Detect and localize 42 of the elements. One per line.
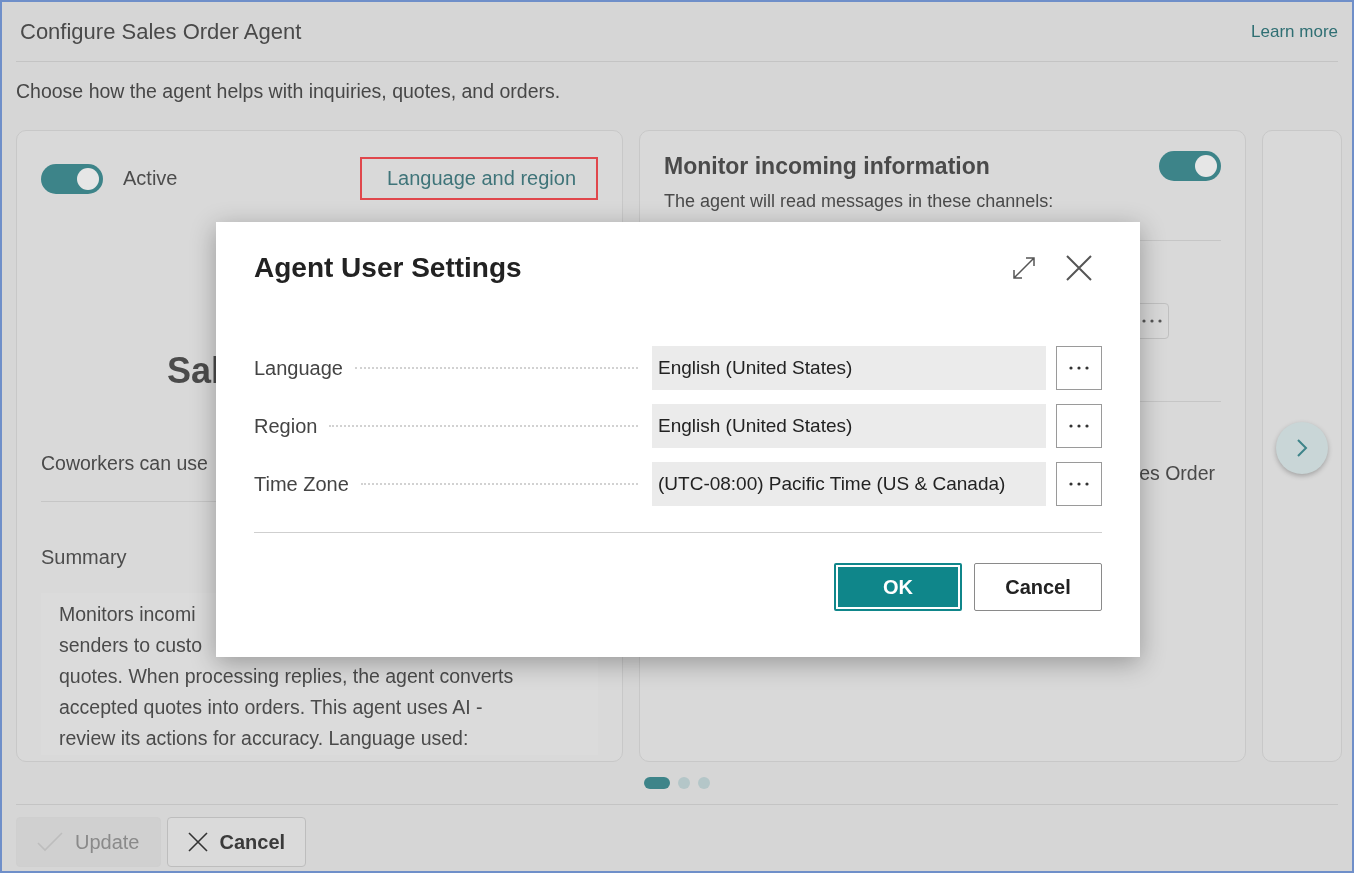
close-button[interactable]: [1066, 255, 1092, 281]
card-description: Coworkers can use: [41, 452, 209, 475]
page-dot[interactable]: [678, 777, 690, 789]
setting-field[interactable]: English (United States): [652, 404, 1046, 448]
field-label: Region: [254, 414, 319, 438]
page-subtitle: Choose how the agent helps with inquiries, quotes, and orders.: [16, 79, 562, 104]
more-icon: [1069, 482, 1089, 486]
more-icon: [1142, 319, 1162, 323]
card-text: es Order: [1139, 462, 1216, 485]
expand-button[interactable]: [1012, 256, 1036, 280]
page-dot[interactable]: [698, 777, 710, 789]
cancel-button[interactable]: Cancel: [166, 817, 307, 867]
toggle-switch[interactable]: [1159, 151, 1221, 181]
lookup-button[interactable]: [1056, 346, 1102, 390]
summary-text: quotes. When processing replies, the agent converts: [59, 664, 515, 689]
lookup-button[interactable]: [1056, 462, 1102, 506]
more-icon: [1069, 424, 1089, 428]
summary-text: Monitors incomi: [59, 602, 197, 627]
summary-text: senders to custo: [59, 633, 204, 658]
chevron-right-icon: [1296, 438, 1308, 458]
page-title: Configure Sales Order Agent: [20, 18, 302, 45]
setting-field[interactable]: (UTC-08:00) Pacific Time (US & Canada): [652, 462, 1046, 506]
close-icon: [1066, 255, 1092, 281]
summary-text: accepted quotes into orders. This agent uses AI -: [59, 695, 484, 720]
active-label: Active: [123, 167, 178, 190]
setting-field[interactable]: English (United States): [652, 346, 1046, 390]
expand-icon: [1012, 256, 1036, 280]
dialog-title: Agent User Settings: [254, 252, 522, 284]
field-label: Language: [254, 356, 344, 380]
learn-more-link[interactable]: Learn more: [1251, 21, 1338, 42]
cancel-button[interactable]: Cancel: [974, 563, 1102, 611]
toggle-switch[interactable]: [41, 163, 103, 194]
close-icon: [187, 832, 208, 852]
summary-text: review its actions for accuracy. Language used:: [59, 726, 470, 751]
summary-label: Summary: [41, 546, 128, 569]
ok-button[interactable]: OK: [834, 563, 962, 611]
lookup-button[interactable]: [1056, 404, 1102, 448]
language-region-link[interactable]: Language and region: [359, 157, 598, 200]
card-title: Monitor incoming information: [664, 152, 990, 180]
more-icon: [1069, 366, 1089, 370]
field-label: Time Zone: [254, 472, 350, 496]
channels-text: The agent will read messages in these channels:: [664, 191, 1055, 212]
